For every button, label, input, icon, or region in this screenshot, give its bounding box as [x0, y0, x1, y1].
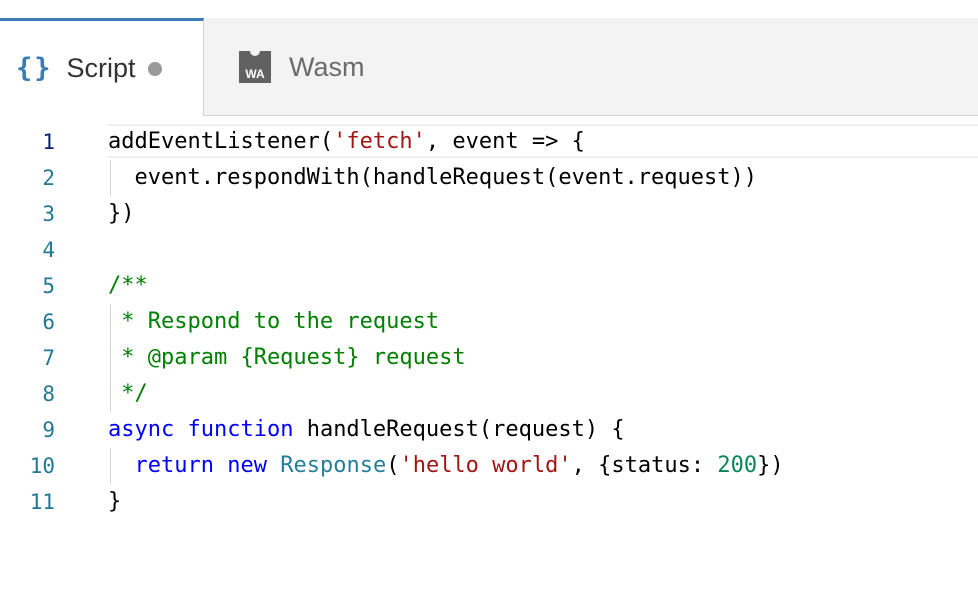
code-line: */ [108, 376, 968, 412]
code-line: addEventListener('fetch', event => { [108, 124, 968, 160]
code-line: return new Response('hello world', {stat… [108, 448, 968, 484]
line-number: 5 [42, 274, 55, 298]
code-line: async function handleRequest(request) { [108, 412, 968, 448]
comment-text: */ [108, 381, 148, 406]
unsaved-changes-dot-icon [147, 61, 162, 76]
code-token: } [108, 489, 122, 514]
keyword: new [227, 453, 267, 478]
code-token: }) [108, 201, 135, 226]
comment-text: /** [108, 273, 148, 298]
line-number: 10 [29, 454, 55, 478]
code-line: event.respondWith(handleRequest(event.re… [108, 160, 968, 196]
wasm-icon: WA [239, 51, 271, 83]
line-number: 7 [42, 346, 55, 370]
code-token: , {status: [571, 453, 718, 478]
number-literal: 200 [717, 453, 758, 478]
string-literal: 'fetch' [333, 129, 426, 154]
code-token: handleRequest(request) { [293, 417, 625, 442]
tab-bar: {} Script WA Wasm [0, 18, 978, 116]
tab-wasm-label: Wasm [289, 51, 365, 82]
string-literal: 'hello world' [399, 453, 572, 478]
keyword: async [108, 417, 175, 442]
comment-text: * @param {Request} request [108, 345, 466, 370]
tab-wasm[interactable]: WA Wasm [205, 18, 425, 116]
code-token: , event => { [425, 129, 585, 154]
comment-text: * Respond to the request [108, 309, 440, 334]
tab-script[interactable]: {} Script [0, 18, 204, 116]
line-number: 3 [42, 202, 55, 226]
line-number: 8 [42, 382, 55, 406]
keyword: return [134, 453, 214, 478]
code-editor[interactable]: 1 2 3 4 5 6 7 8 9 10 11 addEventListener('fetch', … [0, 116, 978, 614]
wasm-icon-text: WA [245, 67, 265, 81]
line-number: 6 [42, 310, 55, 334]
code-line: * @param {Request} request [108, 340, 968, 376]
line-number: 1 [42, 130, 55, 154]
code-line: * Respond to the request [108, 304, 968, 340]
code-token: event.respondWith(handleRequest(event.re… [108, 165, 758, 190]
code-line: /** [108, 268, 968, 304]
keyword: function [187, 417, 294, 442]
line-number-gutter: 1 2 3 4 5 6 7 8 9 10 11 [0, 124, 80, 520]
code-token: addEventListener( [108, 129, 334, 154]
code-area[interactable]: addEventListener('fetch', event => { eve… [108, 124, 968, 520]
code-line: }) [108, 196, 968, 232]
line-number: 2 [42, 166, 55, 190]
code-line: } [108, 484, 968, 520]
code-token: ( [386, 453, 400, 478]
type-name: Response [280, 453, 387, 478]
line-number: 4 [42, 238, 55, 262]
tab-script-label: Script [66, 53, 136, 83]
code-token: }) [757, 453, 784, 478]
line-number: 11 [29, 490, 55, 514]
braces-icon: {} [16, 53, 53, 84]
line-number: 9 [42, 418, 55, 442]
